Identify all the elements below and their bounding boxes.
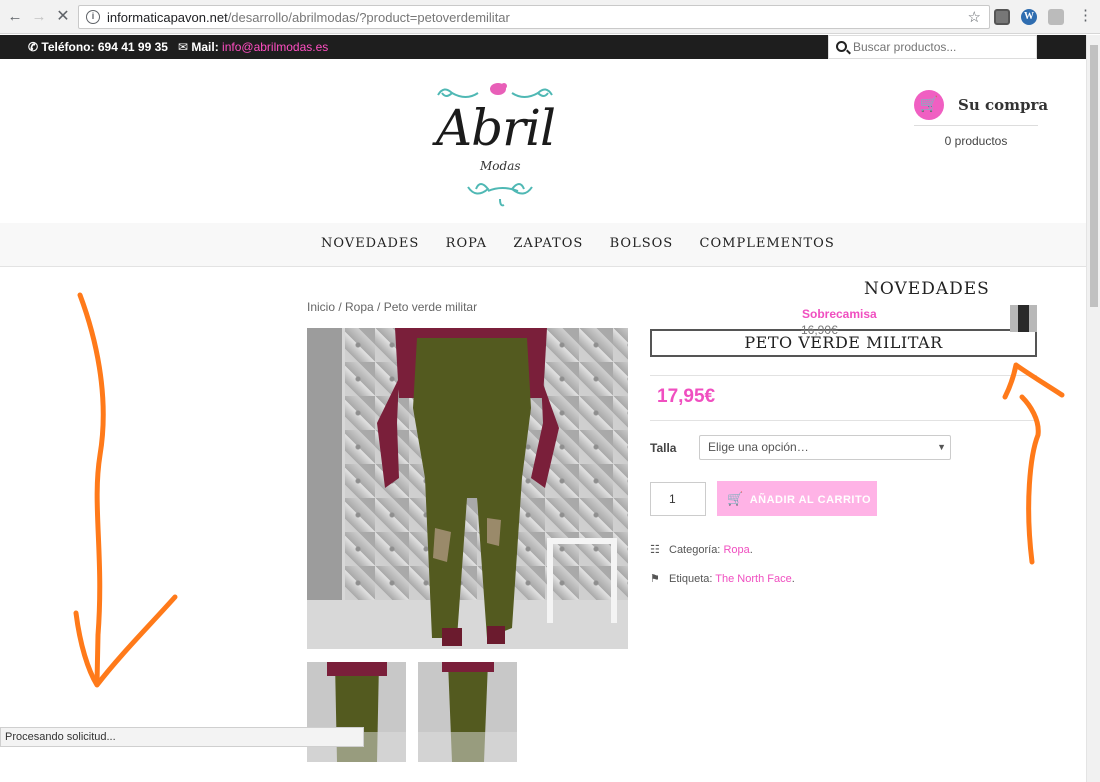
add-to-cart-label: AÑADIR AL CARRITO (749, 494, 872, 506)
cart-count[interactable]: 0 productos (914, 134, 1038, 148)
forward-arrow-icon[interactable]: → (30, 8, 48, 26)
quantity-input[interactable]: 1 (650, 482, 706, 516)
nav-item-zapatos[interactable]: ZAPATOS (513, 236, 583, 251)
tag-icon: ⚑ (650, 573, 660, 585)
top-contact-bar: ✆ Teléfono: 694 41 99 35 ✉ Mail: info@ab… (0, 35, 1086, 59)
tag-link[interactable]: The North Face (715, 573, 791, 585)
extension-icon[interactable] (1048, 9, 1064, 25)
divider (650, 420, 1037, 421)
logo-subtitle: Modas (480, 159, 521, 173)
mail-icon: ✉ (177, 40, 189, 54)
cart-divider (914, 125, 1038, 126)
divider (650, 375, 1037, 376)
category-link[interactable]: Ropa (723, 544, 749, 556)
url-domain: informaticapavon.net (107, 10, 228, 25)
tag-label: Etiqueta: (669, 573, 713, 585)
dropdown-arrow-icon: ▼ (937, 442, 946, 452)
nav-item-bolsos[interactable]: BOLSOS (610, 236, 674, 251)
page-info-icon[interactable]: i (86, 10, 100, 24)
product-tag: ⚑ Etiqueta: The North Face. (650, 573, 795, 585)
sidebar-thumbnail-image (1010, 305, 1037, 332)
sidebar-product-link[interactable]: Sobrecamisa (802, 307, 877, 321)
scrollbar-thumb[interactable] (1090, 45, 1098, 307)
address-bar[interactable]: i informaticapavon.net/desarrollo/abrilm… (78, 5, 990, 29)
site-logo[interactable]: Abril Modas (432, 79, 572, 209)
extension-icon[interactable] (994, 9, 1010, 25)
search-icon[interactable] (836, 41, 847, 52)
thumbnail-image (307, 662, 406, 762)
category-label: Categoría: (669, 544, 721, 556)
product-search (828, 35, 1037, 59)
nav-item-complementos[interactable]: COMPLEMENTOS (700, 236, 835, 251)
page-scrollbar[interactable] (1086, 35, 1100, 782)
thumbnail-image (418, 662, 517, 762)
contact-info: ✆ Teléfono: 694 41 99 35 ✉ Mail: info@ab… (28, 40, 328, 54)
stop-loading-icon[interactable]: ✕ (54, 8, 72, 26)
product-category: ☷ Categoría: Ropa. (650, 544, 753, 556)
cart-icon[interactable]: 🛒 (914, 90, 944, 120)
back-arrow-icon[interactable]: ← (6, 8, 24, 26)
product-thumbnail[interactable] (307, 662, 406, 762)
wordpress-extension-icon[interactable]: W (1021, 9, 1037, 25)
browser-status-bubble: Procesando solicitud... (0, 727, 364, 747)
product-main-image[interactable] (307, 328, 628, 649)
nav-item-ropa[interactable]: ROPA (446, 236, 487, 251)
product-model-figure (377, 328, 559, 646)
sidebar-product-price: 16,90€ (801, 323, 838, 337)
quantity-value: 1 (669, 492, 676, 506)
search-input[interactable] (853, 38, 1033, 56)
browser-toolbar: ← → ✕ i informaticapavon.net/desarrollo/… (0, 0, 1100, 34)
nav-item-novedades[interactable]: NOVEDADES (321, 236, 419, 251)
bookmark-star-icon[interactable]: ☆ (968, 8, 981, 26)
breadcrumb[interactable]: Inicio / Ropa / Peto verde militar (307, 300, 477, 314)
add-to-cart-button[interactable]: 🛒 AÑADIR AL CARRITO (717, 481, 877, 516)
browser-menu-icon[interactable]: ⋮ (1078, 8, 1093, 24)
cart-icon: 🛒 (727, 491, 744, 506)
sidebar-product-thumbnail[interactable] (1010, 305, 1037, 332)
main-navigation: NOVEDADES ROPA ZAPATOS BOLSOS COMPLEMENT… (0, 223, 1086, 267)
size-select[interactable]: Elige una opción… ▼ (699, 435, 951, 460)
size-label: Talla (650, 441, 677, 455)
product-title: PETO VERDE MILITAR (650, 329, 1037, 357)
cart-title[interactable]: Su compra (958, 96, 1048, 114)
web-page: ✆ Teléfono: 694 41 99 35 ✉ Mail: info@ab… (0, 35, 1086, 782)
sidebar-widget-title: NOVEDADES (864, 279, 990, 299)
phone-icon: ✆ (28, 40, 39, 54)
mail-link[interactable]: info@abrilmodas.es (222, 40, 328, 54)
product-price: 17,95€ (657, 386, 716, 407)
url-path: /desarrollo/abrilmodas/?product=petoverd… (227, 10, 510, 25)
sitemap-icon: ☷ (650, 544, 660, 556)
url-text[interactable]: informaticapavon.net/desarrollo/abrilmod… (107, 10, 510, 25)
size-select-value: Elige una opción… (708, 440, 809, 454)
product-thumbnail[interactable] (418, 662, 517, 762)
mail-label: Mail: (191, 40, 219, 54)
logo-name: Abril (436, 99, 556, 157)
phone-value: 694 41 99 35 (97, 40, 168, 54)
phone-label: Teléfono: (41, 40, 95, 54)
